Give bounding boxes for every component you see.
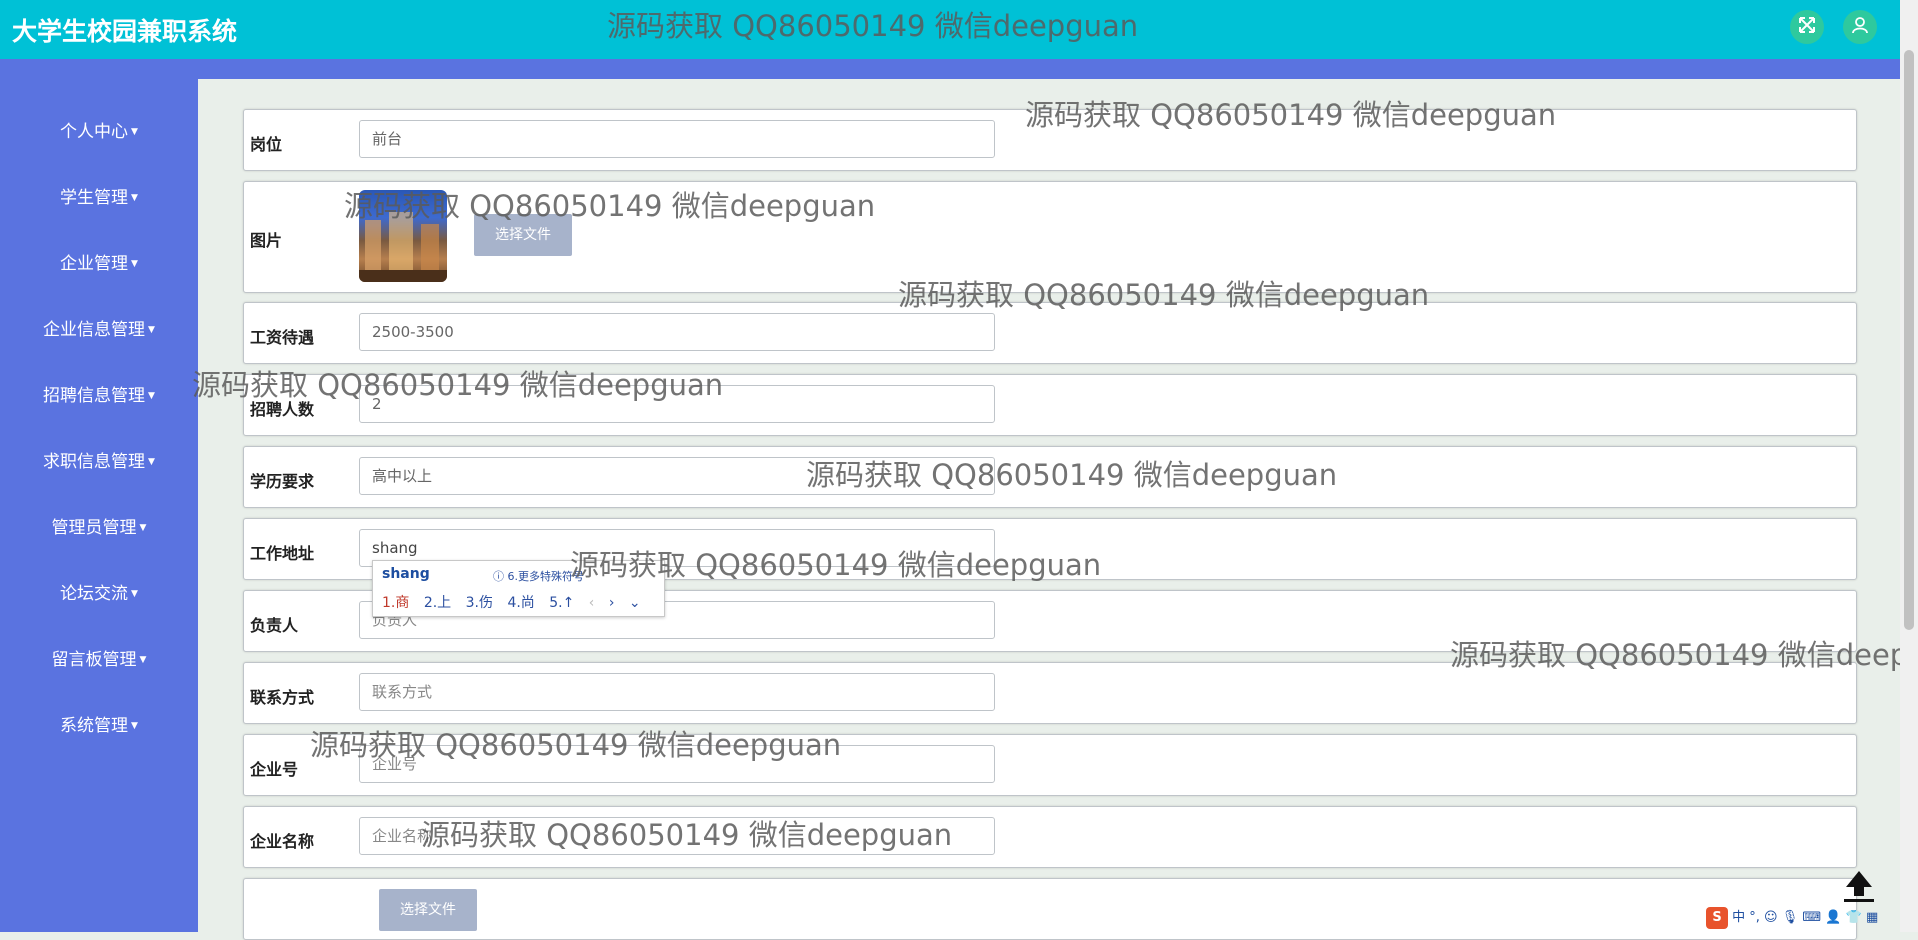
caret-down-icon: ▼ — [131, 259, 138, 269]
company-name-label: 企业名称 — [250, 832, 315, 851]
education-label: 学历要求 — [250, 472, 315, 491]
ime-candidate[interactable]: 3.伤 — [466, 595, 493, 611]
ime-candidate[interactable]: 1.商 — [382, 595, 409, 611]
sidebar-item-recruitment-info[interactable]: 招聘信息管理 ▼ — [0, 381, 198, 406]
form-row-image: 图片 选择文件 — [243, 181, 1857, 293]
form-row-headcount: 招聘人数 2 — [243, 374, 1857, 436]
company-no-input[interactable]: 企业号 — [359, 745, 995, 783]
ime-candidate[interactable]: 2.上 — [424, 595, 451, 611]
sidebar-item-company-management[interactable]: 企业管理 ▼ — [0, 249, 198, 274]
sidebar: 个人中心 ▼ 学生管理 ▼ 企业管理 ▼ 企业信息管理 ▼ 招聘信息管理 ▼ 求职信息管理… — [0, 79, 198, 932]
ime-toolbar: S 中 °, ☺ 🎙 ⌨ 👤 👕 ▦ — [1706, 906, 1918, 932]
sidebar-item-student-management[interactable]: 学生管理 ▼ — [0, 183, 198, 208]
position-label: 岗位 — [250, 135, 283, 154]
ime-expand-icon[interactable]: ⌄ — [629, 595, 641, 611]
form-row-company-no: 企业号 企业号 — [243, 734, 1857, 796]
form-row-education: 学历要求 高中以上 — [243, 446, 1857, 508]
shirt-icon[interactable]: 👕 — [1846, 910, 1862, 925]
address-label: 工作地址 — [250, 544, 315, 563]
caret-down-icon: ▼ — [131, 721, 138, 731]
sogou-logo-icon: S — [1706, 907, 1728, 929]
fullscreen-button[interactable] — [1790, 10, 1824, 44]
headcount-input[interactable]: 2 — [359, 385, 995, 423]
caret-down-icon: ▼ — [139, 523, 147, 533]
image-label: 图片 — [250, 231, 283, 250]
sidebar-item-admin-management[interactable]: 管理员管理 ▼ — [0, 513, 198, 538]
sidebar-item-personal-center[interactable]: 个人中心 ▼ — [0, 117, 198, 142]
caret-down-icon: ▼ — [139, 655, 147, 665]
user-button[interactable] — [1843, 10, 1877, 44]
education-input[interactable]: 高中以上 — [359, 457, 995, 495]
sidebar-item-message-board[interactable]: 留言板管理 ▼ — [0, 645, 198, 670]
header-band — [0, 59, 1918, 79]
headcount-label: 招聘人数 — [250, 400, 315, 419]
scrollbar-thumb[interactable] — [1904, 50, 1914, 630]
ime-next-icon[interactable]: › — [609, 595, 615, 611]
salary-label: 工资待遇 — [250, 328, 315, 347]
user-icon[interactable]: 👤 — [1825, 910, 1841, 925]
company-name-input[interactable]: 企业名称 — [359, 817, 995, 855]
grid-icon[interactable]: ▦ — [1866, 910, 1878, 925]
ime-composition: shang — [382, 566, 430, 582]
choose-file-button[interactable]: 选择文件 — [379, 889, 477, 931]
app-title: 大学生校园兼职系统 — [12, 17, 238, 46]
caret-down-icon: ▼ — [131, 589, 138, 599]
contact-label: 联系方式 — [250, 688, 315, 707]
choose-image-file-button[interactable]: 选择文件 — [474, 214, 572, 256]
form-row-salary: 工资待遇 2500-3500 — [243, 302, 1857, 364]
position-input[interactable]: 前台 — [359, 120, 995, 158]
ime-hint[interactable]: ⓘ 6.更多特殊符号 — [493, 568, 584, 584]
ime-mode-text[interactable]: 中 °, — [1732, 910, 1760, 925]
sidebar-item-company-info[interactable]: 企业信息管理 ▼ — [0, 315, 198, 340]
caret-down-icon: ▼ — [148, 325, 155, 335]
contact-input[interactable]: 联系方式 — [359, 673, 995, 711]
ime-candidate[interactable]: 4.尚 — [507, 595, 534, 611]
sidebar-item-forum[interactable]: 论坛交流 ▼ — [0, 579, 198, 604]
form-row-file: 选择文件 — [243, 878, 1857, 940]
ime-candidate-popup: shang ⓘ 6.更多特殊符号 1.商 2.上 3.伤 4.尚 5.↑ ‹ ›… — [372, 560, 665, 617]
job-image-thumbnail — [359, 190, 447, 282]
caret-down-icon: ▼ — [131, 193, 138, 203]
company-no-label: 企业号 — [250, 760, 299, 779]
top-bar: 大学生校园兼职系统 — [0, 0, 1918, 59]
ime-candidates: 1.商 2.上 3.伤 4.尚 5.↑ ‹ › ⌄ — [382, 592, 651, 612]
sidebar-item-system-management[interactable]: 系统管理 ▼ — [0, 711, 198, 736]
salary-input[interactable]: 2500-3500 — [359, 313, 995, 351]
back-to-top-icon[interactable] — [1841, 868, 1877, 908]
manager-label: 负责人 — [250, 616, 299, 635]
emoji-icon[interactable]: ☺ — [1764, 910, 1778, 925]
ime-candidate[interactable]: 5.↑ — [549, 595, 574, 611]
user-icon — [1851, 16, 1869, 38]
keyboard-icon[interactable]: ⌨ — [1802, 910, 1821, 925]
microphone-icon[interactable]: 🎙 — [1782, 910, 1799, 925]
caret-down-icon: ▼ — [148, 457, 155, 467]
form-row-company-name: 企业名称 企业名称 — [243, 806, 1857, 868]
info-icon: ⓘ — [493, 570, 508, 583]
form-row-position: 岗位 前台 — [243, 109, 1857, 171]
fullscreen-icon — [1798, 16, 1816, 38]
caret-down-icon: ▼ — [131, 127, 138, 137]
form-row-contact: 联系方式 联系方式 — [243, 662, 1857, 724]
ime-prev-icon[interactable]: ‹ — [589, 595, 595, 611]
caret-down-icon: ▼ — [148, 391, 155, 401]
sidebar-item-job-seeking-info[interactable]: 求职信息管理 ▼ — [0, 447, 198, 472]
